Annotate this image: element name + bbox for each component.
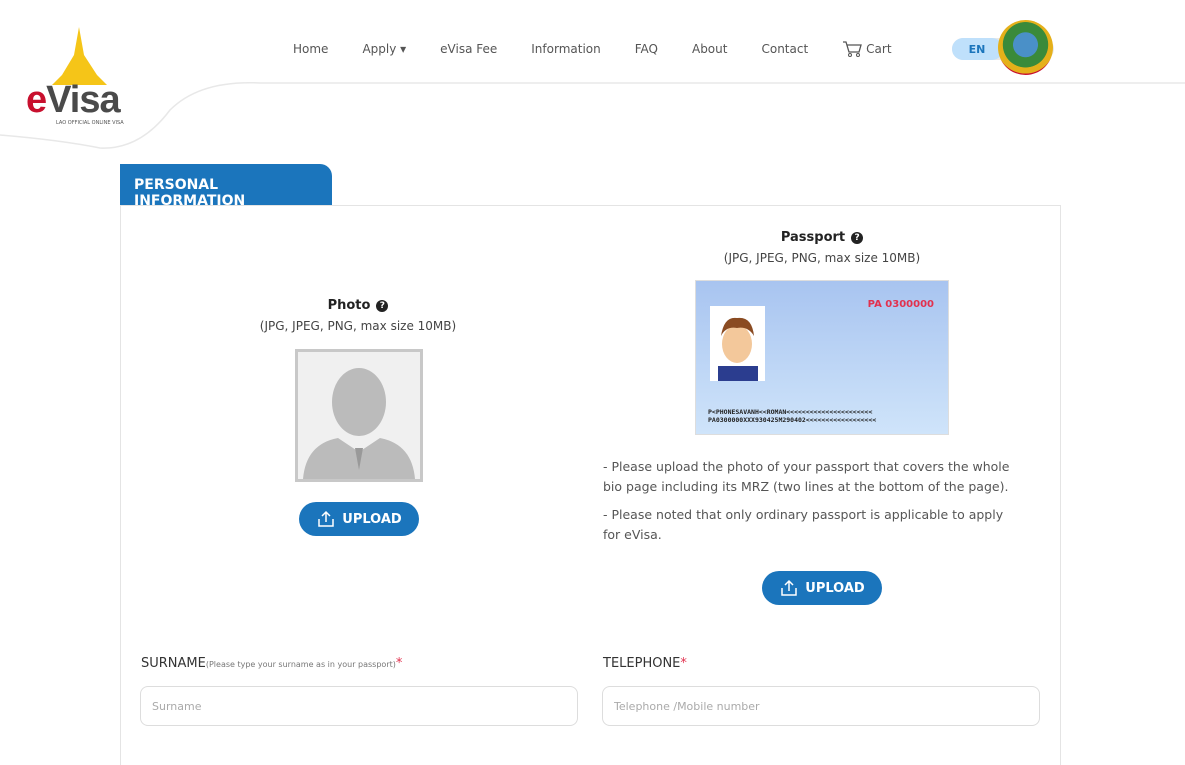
help-icon[interactable]: ?	[376, 300, 389, 312]
nav-evisa-fee[interactable]: eVisa Fee	[440, 42, 497, 56]
cart-link[interactable]: Cart	[842, 40, 925, 58]
lang-en[interactable]: EN	[951, 38, 1003, 60]
section-tab[interactable]: PERSONAL INFORMATION	[120, 164, 332, 209]
nav-apply[interactable]: Apply ▾	[362, 42, 406, 56]
passport-note-1: - Please upload the photo of your passpo…	[603, 459, 1010, 494]
photo-placeholder	[295, 349, 423, 482]
passport-note-2: - Please noted that only ordinary passpo…	[603, 507, 1004, 542]
nav-about[interactable]: About	[692, 42, 727, 56]
photo-upload-label: UPLOAD	[342, 511, 402, 527]
evisa-logo[interactable]: eVisa LAO OFFICIAL ONLINE VISA	[22, 25, 137, 135]
brand-name: Visa	[46, 79, 120, 121]
header-curve	[0, 81, 1185, 149]
passport-upload-button[interactable]: UPLOAD	[762, 571, 882, 605]
passport-face	[710, 306, 765, 381]
nav-information[interactable]: Information	[531, 42, 600, 56]
passport-mrz: P<PHONESAVANH<<ROMAN<<<<<<<<<<<<<<<<<<<<…	[708, 408, 877, 424]
photo-section: Photo? (JPG, JPEG, PNG, max size 10MB)	[218, 298, 498, 333]
surname-label: SURNAME(Please type your surname as in y…	[141, 656, 403, 671]
passport-upload-label: UPLOAD	[805, 580, 865, 596]
passport-title: Passport	[780, 230, 846, 245]
upload-icon	[781, 579, 798, 596]
person-silhouette-icon	[303, 368, 415, 479]
main-nav: Home Apply ▾ eVisa Fee Information FAQ A…	[293, 38, 1054, 60]
nav-home[interactable]: Home	[293, 42, 328, 56]
photo-title: Photo	[327, 298, 371, 313]
passport-section: Passport? (JPG, JPEG, PNG, max size 10MB…	[680, 230, 964, 265]
help-icon[interactable]: ?	[851, 232, 864, 244]
nav-contact[interactable]: Contact	[761, 42, 808, 56]
passport-sample-number: PA 0300000	[867, 299, 934, 310]
temple-icon	[52, 27, 107, 85]
brand-e: e	[26, 79, 47, 121]
surname-input[interactable]	[140, 686, 578, 726]
passport-sample-image: PA 0300000 P<PHONESAVANH<<ROMAN<<<<<<<<<…	[695, 280, 949, 435]
telephone-input[interactable]	[602, 686, 1040, 726]
photo-hint: (JPG, JPEG, PNG, max size 10MB)	[259, 319, 457, 333]
telephone-label: TELEPHONE*	[603, 656, 687, 671]
brand-tagline: LAO OFFICIAL ONLINE VISA	[56, 120, 124, 126]
nav-faq[interactable]: FAQ	[635, 42, 658, 56]
upload-icon	[318, 510, 335, 527]
cart-icon	[843, 41, 863, 57]
cart-label: Cart	[866, 42, 892, 56]
passport-hint: (JPG, JPEG, PNG, max size 10MB)	[723, 251, 921, 265]
lao-emblem	[998, 20, 1053, 75]
nav-apply-label: Apply	[362, 42, 397, 56]
photo-upload-button[interactable]: UPLOAD	[299, 502, 419, 536]
